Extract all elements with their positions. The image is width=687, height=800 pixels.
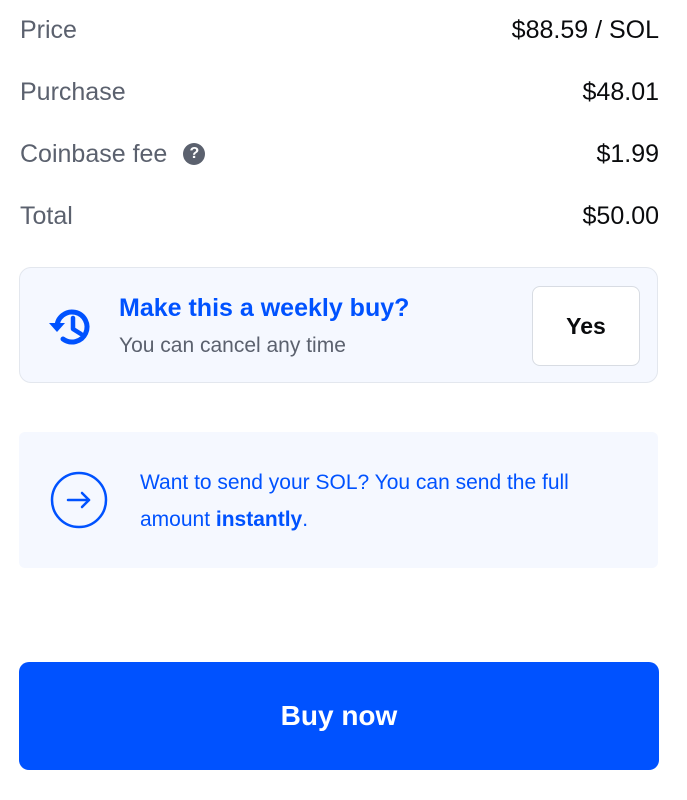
- fee-row: Coinbase fee ? $1.99: [20, 134, 659, 174]
- arrow-right-circle-icon: [50, 471, 108, 529]
- weekly-buy-yes-button[interactable]: Yes: [532, 286, 640, 366]
- total-value: $50.00: [582, 201, 659, 230]
- send-sol-card[interactable]: Want to send your SOL? You can send the …: [19, 432, 658, 568]
- weekly-buy-title: Make this a weekly buy?: [119, 294, 410, 322]
- total-label: Total: [20, 201, 73, 230]
- price-value: $88.59 / SOL: [511, 15, 659, 44]
- purchase-label: Purchase: [20, 77, 126, 106]
- fee-label-group: Coinbase fee ?: [20, 139, 206, 169]
- price-label: Price: [20, 15, 77, 44]
- buy-now-button[interactable]: Buy now: [19, 662, 659, 770]
- send-text-end: .: [302, 508, 309, 531]
- weekly-buy-card: Make this a weekly buy? You can cancel a…: [19, 267, 658, 383]
- question-circle-icon[interactable]: ?: [183, 143, 206, 165]
- fee-label: Coinbase fee: [20, 139, 168, 168]
- send-text-instantly: instantly: [215, 508, 303, 531]
- send-sol-message: Want to send your SOL? You can send the …: [140, 464, 620, 538]
- purchase-value: $48.01: [582, 77, 659, 106]
- price-row: Price $88.59 / SOL: [20, 10, 659, 50]
- weekly-buy-subtitle: You can cancel any time: [119, 334, 346, 357]
- send-text-main: Want to send your SOL? You can send the …: [140, 471, 569, 531]
- fee-value: $1.99: [596, 139, 659, 168]
- total-row: Total $50.00: [20, 196, 659, 236]
- purchase-row: Purchase $48.01: [20, 72, 659, 112]
- recurring-history-icon: [49, 309, 90, 345]
